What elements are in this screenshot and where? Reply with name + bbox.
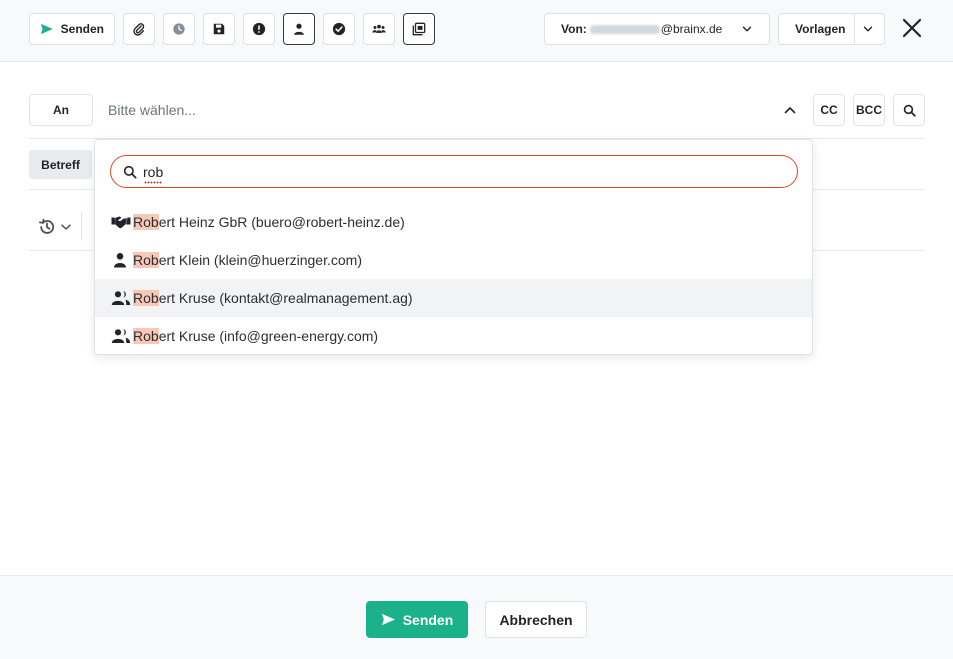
bcc-button[interactable]: BCC: [853, 94, 885, 126]
send-button-label: Senden: [60, 22, 104, 36]
from-domain: @brainx.de: [660, 22, 723, 36]
people-icon: [111, 326, 131, 346]
clock-icon: [173, 23, 185, 35]
priority-button[interactable]: [243, 13, 275, 45]
cancel-button[interactable]: Abbrechen: [485, 601, 587, 638]
people-icon: [111, 288, 131, 308]
result-text: Robert Heinz GbR (buero@robert-heinz.de): [133, 214, 405, 230]
chevron-down-icon: [61, 224, 71, 230]
result-text: Robert Klein (klein@huerzinger.com): [133, 252, 362, 268]
check-circle-icon: [332, 22, 346, 36]
person-icon: [111, 250, 131, 270]
priority-icon: [252, 22, 266, 36]
send-icon: [40, 23, 53, 35]
contact-button[interactable]: [283, 13, 315, 45]
contact-icon: [294, 23, 304, 35]
send-icon: [381, 613, 395, 626]
confirm-button[interactable]: [323, 13, 355, 45]
group-icon: [372, 24, 386, 33]
cc-button[interactable]: CC: [813, 94, 845, 126]
attach-button[interactable]: [123, 13, 155, 45]
footer: Senden Abbrechen: [0, 575, 953, 659]
result-rest: ert Kruse (info@green-energy.com): [158, 328, 379, 344]
divider: [81, 212, 82, 240]
chevron-down-icon[interactable]: [862, 23, 874, 35]
recipient-row: An Bitte wählen... CC BCC: [29, 94, 925, 126]
close-button[interactable]: [899, 15, 925, 41]
archive-button[interactable]: [403, 13, 435, 45]
history-button[interactable]: [38, 218, 72, 236]
match-highlight: Rob: [133, 252, 159, 268]
recipient-placeholder[interactable]: Bitte wählen...: [108, 102, 196, 118]
from-selector[interactable]: Von: @brainx.de: [544, 13, 770, 45]
match-highlight: Rob: [133, 214, 159, 230]
close-icon: [902, 18, 922, 38]
templates-label: Vorlagen: [795, 22, 846, 36]
from-address-redacted: [589, 24, 660, 34]
result-text: Robert Kruse (info@green-energy.com): [133, 328, 378, 344]
history-icon: [39, 218, 55, 234]
result-rest: ert Heinz GbR (buero@robert-heinz.de): [158, 214, 405, 230]
search-icon: [123, 165, 137, 179]
archive-icon: [412, 22, 426, 36]
from-label: Von:: [561, 22, 587, 36]
schedule-button[interactable]: [163, 13, 195, 45]
result-item[interactable]: Robert Heinz GbR (buero@robert-heinz.de): [95, 203, 812, 241]
chevron-up-icon[interactable]: [782, 102, 798, 118]
result-item[interactable]: Robert Klein (klein@huerzinger.com): [95, 241, 812, 279]
group-button[interactable]: [363, 13, 395, 45]
send-button-top[interactable]: Senden: [29, 13, 115, 45]
save-icon: [213, 23, 225, 35]
result-item[interactable]: Robert Kruse (info@green-energy.com): [95, 317, 812, 355]
match-highlight: Rob: [133, 290, 159, 306]
recipient-search-input[interactable]: [143, 162, 783, 182]
templates-button[interactable]: Vorlagen: [778, 13, 885, 45]
search-icon: [903, 104, 916, 117]
recipient-dropdown: Robert Heinz GbR (buero@robert-heinz.de)…: [94, 139, 813, 355]
result-rest: ert Kruse (kontakt@realmanagement.ag): [158, 290, 413, 306]
match-highlight: Rob: [133, 328, 159, 344]
chevron-down-icon: [742, 26, 752, 32]
templates-divider: [854, 14, 855, 44]
send-button[interactable]: Senden: [366, 601, 468, 638]
result-text: Robert Kruse (kontakt@realmanagement.ag): [133, 290, 413, 306]
recipient-search-box[interactable]: [110, 155, 798, 188]
result-rest: ert Klein (klein@huerzinger.com): [158, 252, 362, 268]
handshake-icon: [111, 212, 131, 232]
contact-search-button[interactable]: [893, 94, 925, 126]
save-button[interactable]: [203, 13, 235, 45]
send-button-label: Senden: [402, 611, 454, 628]
result-item[interactable]: Robert Kruse (kontakt@realmanagement.ag): [95, 279, 812, 317]
subject-label: Betreff: [29, 150, 92, 179]
spellcheck-underline: [144, 181, 162, 184]
to-button[interactable]: An: [29, 94, 93, 126]
paperclip-icon: [133, 23, 145, 36]
toolbar: Senden Von: @brainx.de Vorlagen: [0, 0, 953, 62]
